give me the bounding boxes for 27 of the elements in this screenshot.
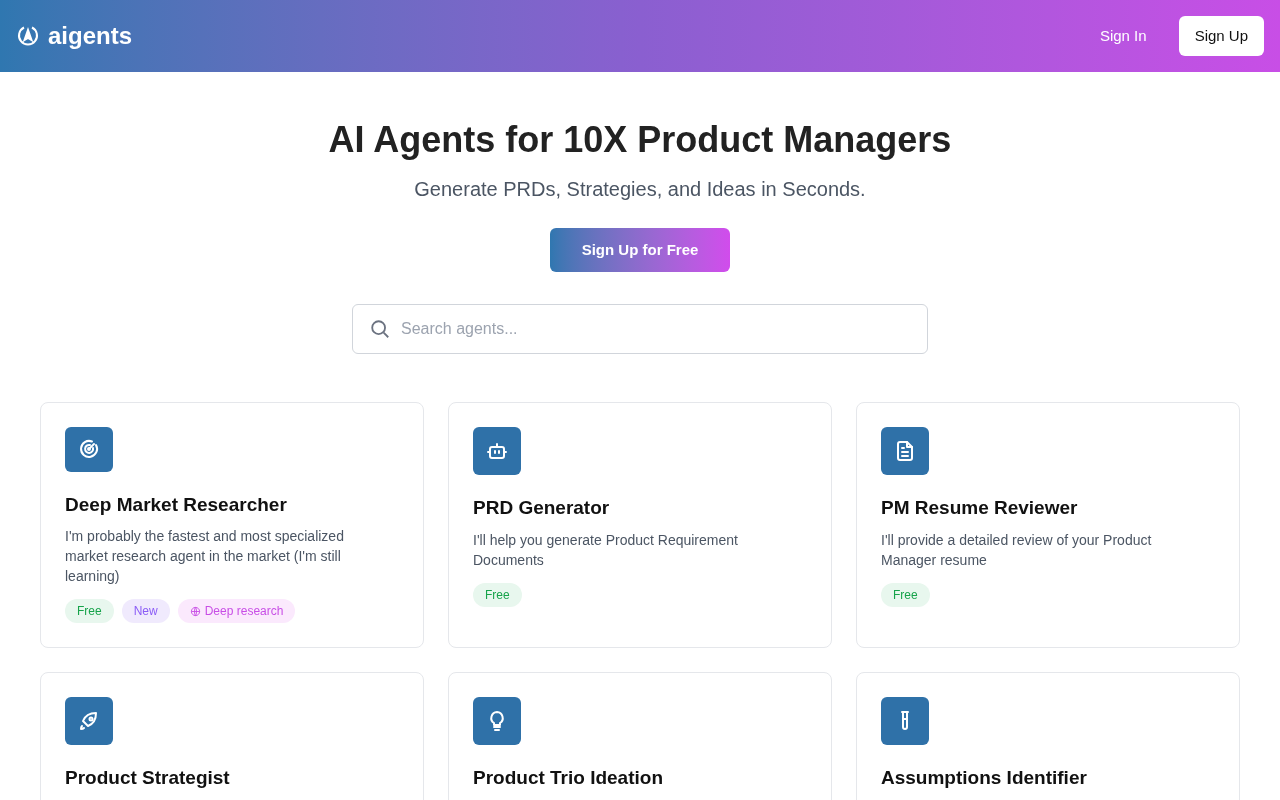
agent-card[interactable]: Assumptions Identifier bbox=[856, 672, 1240, 800]
agent-card[interactable]: PM Resume Reviewer I'll provide a detailed review of your Product Manager resume Free bbox=[856, 402, 1240, 648]
feature-tag: Deep research bbox=[177, 599, 296, 623]
hero-title: AI Agents for 10X Product Managers bbox=[328, 118, 952, 162]
agent-title: Assumptions Identifier bbox=[881, 766, 1088, 790]
agent-description: I'll provide a detailed review of your Product Manager resume bbox=[881, 530, 1153, 570]
signin-link[interactable]: Sign In bbox=[1083, 24, 1163, 48]
agent-title: Product Strategist bbox=[65, 766, 231, 790]
hero-subtitle: Generate PRDs, Strategies, and Ideas in Seconds. bbox=[414, 177, 866, 202]
signup-button[interactable]: Sign Up bbox=[1178, 16, 1264, 56]
agent-description: I'm probably the fastest and most specialized market research agent in the market (I'm still learning) bbox=[65, 527, 345, 586]
agent-title: Deep Market Researcher bbox=[65, 492, 288, 517]
tag: Free bbox=[881, 582, 930, 607]
tag: Free bbox=[473, 582, 522, 607]
agent-card[interactable]: Deep Market Researcher I'm probably the fastest and most specialized market research agent in the market (I'm still learning) Free New Deep research bbox=[40, 402, 424, 648]
agent-title: PM Resume Reviewer bbox=[881, 496, 1079, 520]
tag: Free bbox=[65, 599, 114, 623]
signup-free-button[interactable]: Sign Up for Free bbox=[549, 228, 731, 272]
agent-description: I'll help you generate Product Requirement Documents bbox=[473, 530, 739, 570]
agent-card[interactable]: Product Trio Ideation bbox=[448, 672, 832, 800]
logo-text[interactable]: aigents bbox=[48, 20, 133, 52]
tag: New bbox=[121, 599, 170, 623]
search-field[interactable]: Search agents... bbox=[352, 304, 928, 354]
agent-card[interactable]: Product Strategist bbox=[40, 672, 424, 800]
agent-title: Product Trio Ideation bbox=[473, 766, 664, 790]
agent-card[interactable]: PRD Generator I'll help you generate Product Requirement Documents Free bbox=[448, 402, 832, 648]
agent-title: PRD Generator bbox=[473, 496, 611, 520]
